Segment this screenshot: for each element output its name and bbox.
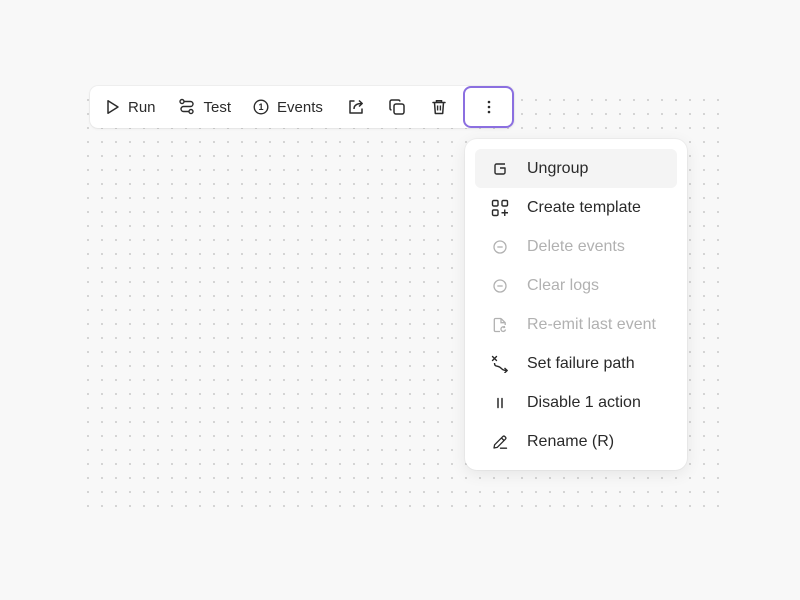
- template-icon: [491, 199, 509, 217]
- share-icon: [347, 98, 365, 116]
- test-button[interactable]: Test: [178, 91, 232, 123]
- menu-item-disable-action[interactable]: Disable 1 action: [475, 383, 677, 422]
- menu-item-label: Delete events: [527, 237, 625, 255]
- menu-item-label: Ungroup: [527, 159, 589, 177]
- menu-item-label: Clear logs: [527, 276, 600, 294]
- menu-item-create-template[interactable]: Create template: [475, 188, 677, 227]
- more-options-menu: Ungroup Create template Delete events Cl…: [465, 139, 687, 470]
- more-options-button[interactable]: [463, 86, 514, 128]
- menu-item-delete-events[interactable]: Delete events: [475, 227, 677, 266]
- menu-item-label: Disable 1 action: [527, 393, 641, 411]
- export-button[interactable]: [345, 91, 366, 123]
- menu-item-set-failure-path[interactable]: Set failure path: [475, 344, 677, 383]
- duplicate-button[interactable]: [386, 91, 407, 123]
- run-button[interactable]: Run: [106, 91, 156, 123]
- delete-button[interactable]: [428, 91, 449, 123]
- menu-item-label: Create template: [527, 198, 641, 216]
- events-label: Events: [277, 98, 323, 116]
- minus-circle-icon: [491, 277, 509, 295]
- more-vertical-icon: [487, 100, 491, 114]
- play-icon: [106, 99, 120, 115]
- menu-item-rename[interactable]: Rename (R): [475, 422, 677, 461]
- node-toolbar: Run Test 1 Events: [90, 86, 514, 128]
- menu-item-label: Rename (R): [527, 432, 615, 450]
- file-replay-icon: [491, 316, 509, 334]
- pause-icon: [491, 394, 509, 412]
- copy-icon: [388, 98, 406, 116]
- menu-item-label: Re-emit last event: [527, 315, 656, 333]
- minus-circle-icon: [491, 238, 509, 256]
- test-route-icon: [178, 98, 196, 116]
- events-button[interactable]: 1 Events: [253, 91, 323, 123]
- pencil-icon: [491, 433, 509, 451]
- test-label: Test: [203, 98, 232, 116]
- trash-icon: [430, 98, 448, 116]
- run-label: Run: [128, 98, 156, 116]
- failure-path-icon: [491, 355, 509, 373]
- menu-item-label: Set failure path: [527, 354, 635, 372]
- events-count-icon: 1: [253, 99, 269, 115]
- events-count: 1: [258, 102, 264, 112]
- menu-item-re-emit-last-event[interactable]: Re-emit last event: [475, 305, 677, 344]
- menu-item-ungroup[interactable]: Ungroup: [475, 149, 677, 188]
- ungroup-icon: [491, 160, 509, 178]
- menu-item-clear-logs[interactable]: Clear logs: [475, 266, 677, 305]
